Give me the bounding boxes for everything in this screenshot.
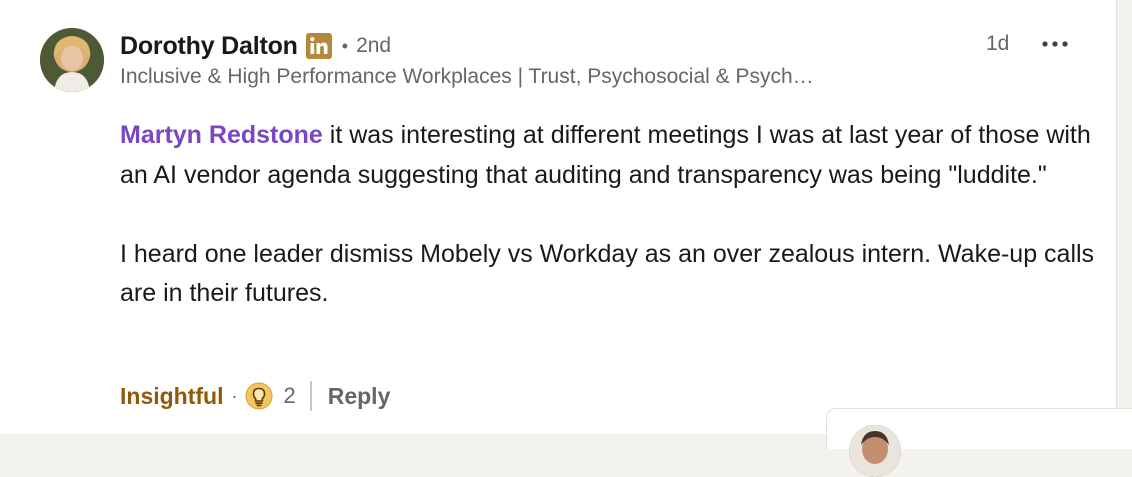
comment-timestamp: 1d	[986, 32, 1010, 55]
next-comment-card	[826, 408, 1132, 477]
separator-dot: •	[341, 35, 349, 56]
divider	[309, 381, 312, 411]
next-comment-avatar[interactable]	[849, 425, 901, 477]
reaction-count[interactable]: 2	[283, 383, 295, 409]
author-avatar[interactable]	[40, 28, 104, 92]
reply-button[interactable]: Reply	[328, 383, 391, 410]
reaction-button[interactable]: Insightful	[120, 383, 223, 410]
author-name[interactable]: Dorothy Dalton	[120, 32, 298, 61]
separator-dot: ·	[231, 385, 238, 406]
comment-paragraph: I heard one leader dismiss Mobely vs Wor…	[120, 239, 1095, 308]
mention-link[interactable]: Martyn Redstone	[120, 121, 323, 149]
comment-header: Dorothy Dalton • 2nd Inclusive & High Pe…	[120, 28, 1080, 89]
author-headline: Inclusive & High Performance Workplaces …	[120, 65, 814, 88]
comment-body: Martyn Redstone it was interesting at di…	[120, 116, 1100, 314]
more-horizontal-icon	[1041, 35, 1069, 53]
lightbulb-icon[interactable]	[245, 382, 273, 410]
comment-card: Dorothy Dalton • 2nd Inclusive & High Pe…	[0, 0, 1117, 434]
linkedin-icon	[305, 33, 332, 59]
author-name-row: Dorothy Dalton • 2nd	[120, 28, 1080, 64]
comment-paragraph: Martyn Redstone it was interesting at di…	[120, 116, 1100, 195]
more-options-button[interactable]	[1038, 30, 1072, 58]
connection-degree: 2nd	[356, 34, 392, 57]
comment-actions: Insightful · 2 Reply	[120, 376, 390, 416]
